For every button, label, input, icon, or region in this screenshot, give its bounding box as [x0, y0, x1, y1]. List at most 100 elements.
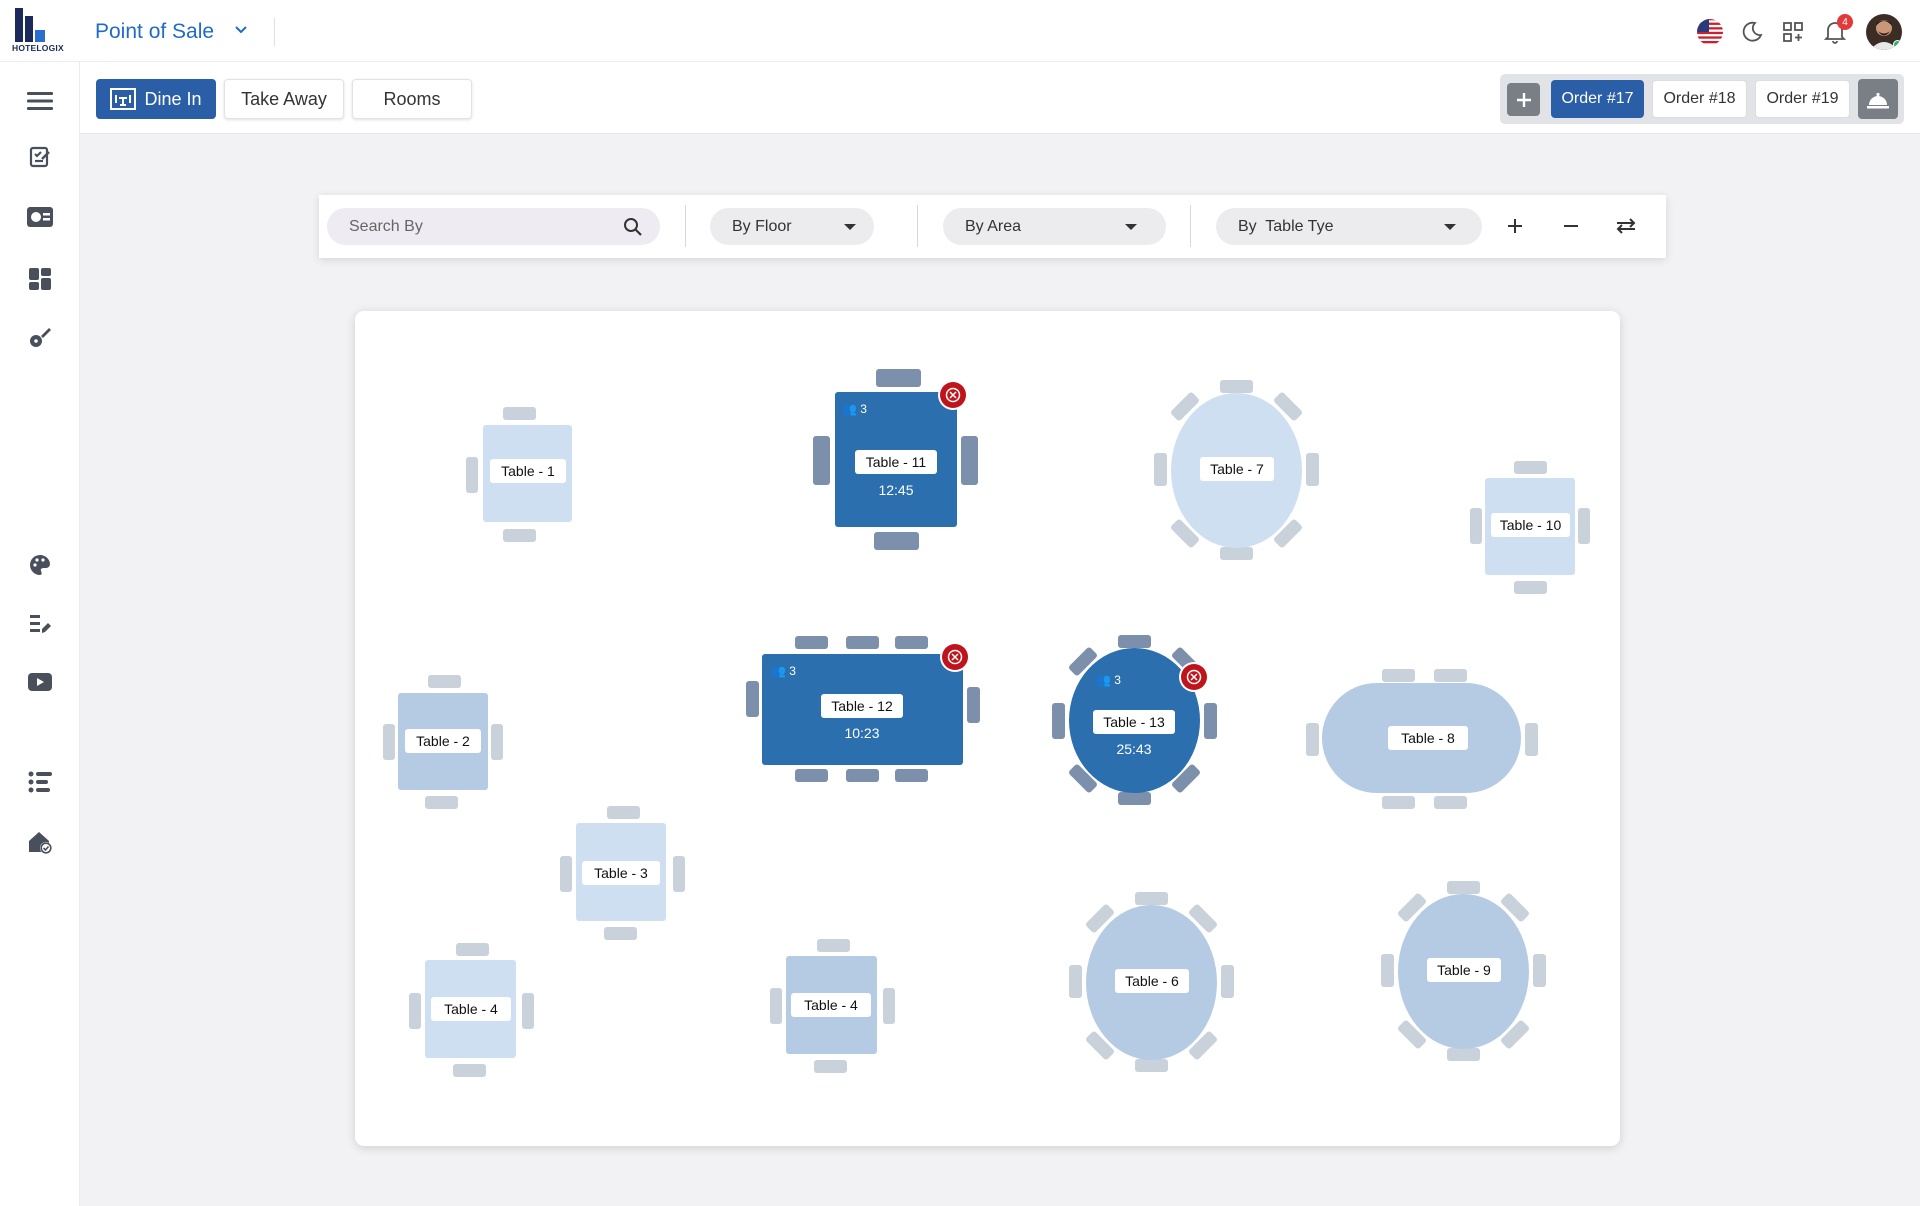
order-tab-19[interactable]: Order #19 [1755, 80, 1850, 118]
divider [685, 205, 686, 247]
table-12[interactable]: 👥 3 Table - 12 10:23 [746, 636, 980, 782]
table-9[interactable]: Table - 9 [1381, 881, 1546, 1061]
chair [383, 724, 395, 760]
table-label: Table - 6 [1115, 969, 1189, 993]
tab-take-away[interactable]: Take Away [224, 79, 344, 119]
alert-icon[interactable] [1181, 664, 1207, 690]
list-icon[interactable] [24, 766, 56, 798]
tab-label: Take Away [241, 88, 327, 109]
chair [1447, 1048, 1480, 1061]
chair [883, 988, 895, 1024]
tab-label: Dine In [144, 88, 202, 109]
reports-icon[interactable] [24, 608, 56, 640]
tab-dine-in[interactable]: Dine In [96, 79, 216, 119]
chair [503, 407, 536, 420]
chair [604, 927, 637, 940]
table-7[interactable]: Table - 7 [1154, 380, 1319, 560]
table-1[interactable]: Table - 1 [466, 407, 572, 542]
chair [673, 856, 685, 892]
table-4b[interactable]: Table - 4 [770, 939, 895, 1073]
table-label: Table - 4 [791, 993, 871, 1017]
chair [503, 529, 536, 542]
avatar[interactable] [1866, 14, 1902, 50]
occupied-time: 10:23 [844, 725, 880, 741]
table-label: Table - 3 [582, 861, 660, 885]
chair [770, 988, 782, 1024]
zoom-out-button[interactable] [1556, 211, 1586, 241]
table-label: Table - 8 [1388, 726, 1468, 750]
alert-icon[interactable] [940, 382, 966, 408]
guitar-icon[interactable] [24, 321, 56, 353]
table-6[interactable]: Table - 6 [1069, 892, 1234, 1072]
table-label: Table - 7 [1200, 457, 1274, 481]
menu-icon[interactable] [24, 85, 56, 117]
app-title[interactable]: Point of Sale [95, 20, 214, 44]
table-10[interactable]: Table - 10 [1470, 461, 1590, 594]
table-11[interactable]: 👥 3 Table - 11 12:45 [813, 369, 979, 550]
tab-label: Rooms [383, 88, 441, 109]
dashboard-icon[interactable] [24, 263, 56, 295]
palette-icon[interactable] [24, 549, 56, 581]
chair [1525, 723, 1538, 756]
orders-icon[interactable] [24, 141, 56, 173]
order-tab-17[interactable]: Order #17 [1551, 80, 1644, 118]
chair [746, 681, 759, 717]
search-icon[interactable] [623, 217, 643, 237]
chair [1220, 380, 1253, 393]
hotelogix-logo [15, 8, 45, 42]
apps-icon[interactable] [1778, 17, 1808, 47]
zoom-in-button[interactable] [1500, 211, 1530, 241]
chair [846, 769, 879, 782]
order-tab-18[interactable]: Order #18 [1652, 80, 1747, 118]
table-3[interactable]: Table - 3 [560, 806, 685, 940]
chair [1514, 461, 1547, 474]
table-8[interactable]: Table - 8 [1306, 669, 1538, 809]
chair [560, 856, 572, 892]
occupied-time: 25:43 [1116, 741, 1152, 757]
table-label: Table - 13 [1093, 710, 1175, 734]
table-label: Table - 11 [855, 450, 937, 474]
search-input[interactable]: Search By [327, 208, 660, 245]
chair [428, 675, 461, 688]
chair [967, 687, 980, 723]
us-flag-icon[interactable] [1695, 17, 1725, 47]
chair [466, 457, 478, 493]
chair [895, 769, 928, 782]
table-type-select-value: By Table Tye [1238, 217, 1334, 235]
occupied-time: 12:45 [878, 482, 914, 498]
swap-icon [1616, 218, 1636, 234]
video-icon[interactable] [24, 666, 56, 698]
table-type-select[interactable]: By Table Tye [1216, 208, 1482, 245]
chair [1221, 965, 1234, 998]
top-bar: HOTELOGIX Point of Sale 4 [0, 0, 1920, 62]
moon-icon[interactable] [1737, 17, 1767, 47]
tab-rooms[interactable]: Rooms [352, 79, 472, 119]
chair [895, 636, 928, 649]
house-check-icon[interactable] [24, 826, 56, 858]
swap-button[interactable] [1611, 211, 1641, 241]
add-order-button[interactable] [1507, 83, 1540, 116]
divider [917, 205, 918, 247]
minus-icon [1564, 225, 1578, 227]
order-label: Order #17 [1561, 90, 1634, 107]
plus-icon [1516, 92, 1531, 107]
room-service-button[interactable] [1858, 79, 1898, 119]
chair [453, 1064, 486, 1077]
chair [813, 436, 830, 485]
table-13[interactable]: 👥 3 Table - 13 25:43 [1052, 635, 1217, 805]
chair [491, 724, 503, 760]
chair [876, 369, 921, 387]
chair [961, 436, 978, 485]
billing-icon[interactable] [24, 201, 56, 233]
dine-in-icon [110, 88, 137, 110]
table-4a[interactable]: Table - 4 [409, 943, 534, 1077]
table-2[interactable]: Table - 2 [383, 675, 503, 809]
floor-select[interactable]: By Floor [710, 208, 874, 245]
caret-down-icon [1125, 224, 1137, 230]
area-select[interactable]: By Area [943, 208, 1166, 245]
table-label: Table - 9 [1427, 958, 1501, 982]
sidebar [0, 62, 80, 1206]
chevron-down-icon[interactable] [234, 25, 248, 35]
table-label: Table - 4 [431, 997, 511, 1021]
alert-icon[interactable] [942, 644, 968, 670]
